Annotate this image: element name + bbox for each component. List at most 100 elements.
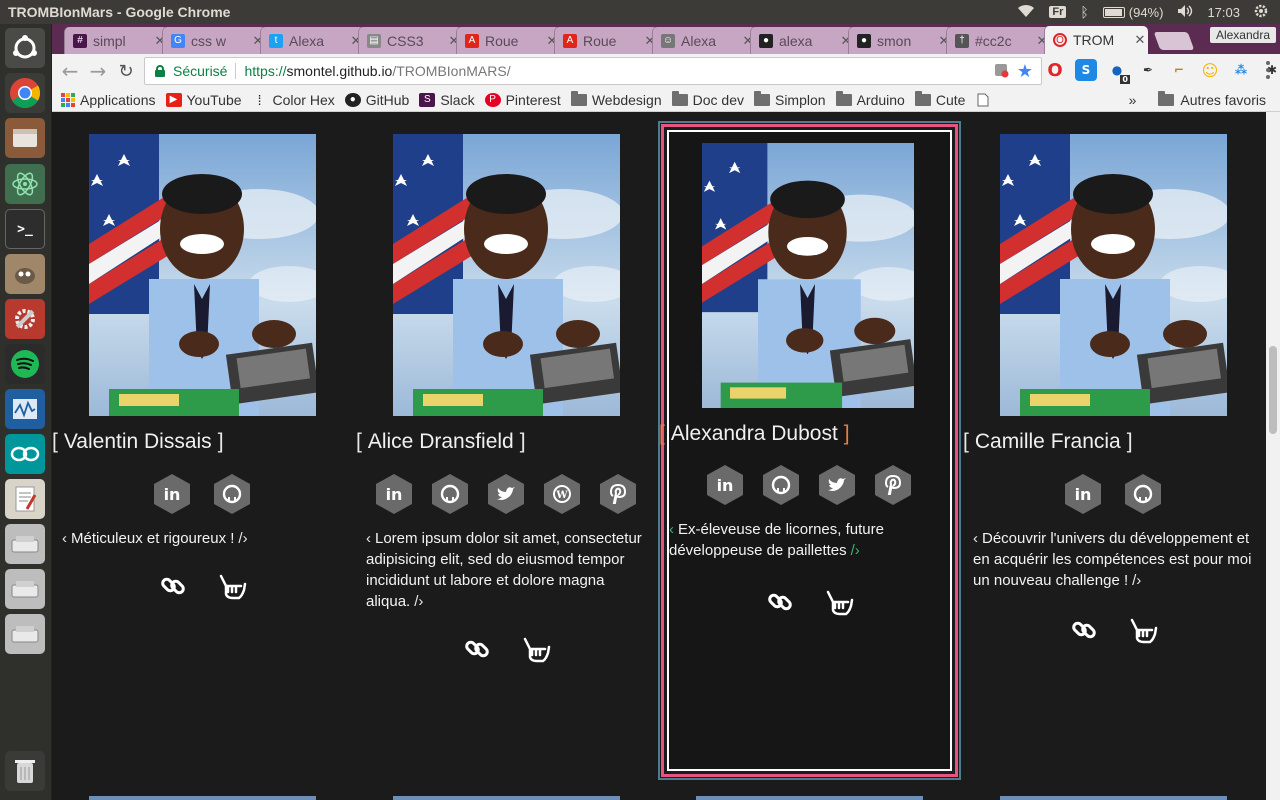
bluetooth-icon[interactable]: ᛒ <box>1080 4 1088 20</box>
bookmark-item[interactable]: Cute <box>914 90 965 108</box>
tab[interactable]: ● alexa ✕ <box>750 27 854 54</box>
twitter-icon[interactable] <box>819 465 855 505</box>
files-icon[interactable] <box>5 118 45 158</box>
bookmark-item[interactable]: Applications <box>61 92 156 108</box>
text-editor-icon[interactable] <box>5 479 45 519</box>
opera-icon[interactable]: O <box>1044 59 1066 81</box>
github-icon[interactable] <box>763 465 799 505</box>
pinterest-icon[interactable] <box>875 465 911 505</box>
bookmark-label: Doc dev <box>692 91 744 108</box>
bug-icon[interactable]: ✱ <box>1261 59 1280 81</box>
wifi-icon[interactable] <box>1017 4 1035 21</box>
github-icon[interactable] <box>432 474 468 514</box>
page-viewport[interactable]: [Valentin Dissais] in ‹ Méticuleux et rigou… <box>52 112 1266 800</box>
arduino-icon[interactable] <box>5 434 45 474</box>
drive-icon[interactable] <box>5 614 45 654</box>
new-tab-button[interactable] <box>1153 32 1195 50</box>
tab[interactable]: ☺ Alexa ✕ <box>652 27 756 54</box>
scrollbar-thumb[interactable] <box>1269 346 1277 434</box>
github-icon[interactable] <box>1125 474 1161 514</box>
trash-icon[interactable] <box>5 751 45 791</box>
bookmark-item[interactable]: S Slack <box>419 92 475 108</box>
other-bookmarks-button[interactable]: Autres favoris <box>1180 92 1266 108</box>
tab[interactable]: A Roue ✕ <box>456 27 560 54</box>
shaka-hand-icon[interactable] <box>824 588 854 616</box>
gimp-icon[interactable] <box>5 254 45 294</box>
bookmark-label: Color Hex <box>272 91 335 108</box>
bookmark-label: Applications <box>80 91 156 108</box>
opera-icon: O <box>1053 33 1067 47</box>
bookmark-item[interactable]: ⁞ Color Hex <box>252 92 335 108</box>
battery-indicator[interactable]: (94%) <box>1102 5 1163 20</box>
address-bar[interactable]: Sécurisé https://smontel.github.io/TROMB… <box>144 57 1042 85</box>
settings-icon[interactable] <box>5 299 45 339</box>
screenshot-extension-icon[interactable]: S <box>1075 59 1097 81</box>
emoji-icon[interactable]: ☺ <box>1199 59 1221 81</box>
more-bookmarks-button[interactable]: » <box>1129 92 1137 108</box>
bookmark-item[interactable]: Arduino <box>835 90 905 108</box>
linkedin-icon[interactable]: in <box>1065 474 1101 514</box>
tab[interactable]: Gcss w ✕ <box>162 27 266 54</box>
clock[interactable]: 17:03 <box>1207 5 1240 20</box>
wordpress-icon[interactable]: W <box>544 474 580 514</box>
bookmark-item[interactable]: ● GitHub <box>344 92 409 108</box>
reload-button[interactable]: ↻ <box>112 57 140 85</box>
bookmark-item[interactable]: P Pinterest <box>484 92 561 108</box>
twitter-icon[interactable] <box>488 474 524 514</box>
page-bookmark-icon[interactable] <box>977 93 989 107</box>
ubuntu-icon[interactable] <box>5 28 45 68</box>
keyboard-layout-indicator[interactable]: Fr <box>1049 6 1067 18</box>
link-chain-icon[interactable] <box>766 588 794 616</box>
tab[interactable]: ● smon ✕ <box>848 27 952 54</box>
share-icon[interactable]: ⁂ <box>1230 59 1252 81</box>
link-chain-icon[interactable] <box>463 635 491 663</box>
forward-button[interactable]: → <box>84 57 112 85</box>
tab[interactable]: t Alexa ✕ <box>260 27 364 54</box>
spotify-icon[interactable] <box>5 344 45 384</box>
bookmark-star-icon[interactable]: ★ <box>1017 61 1033 82</box>
volume-icon[interactable] <box>1177 4 1193 21</box>
page-scrollbar[interactable] <box>1266 112 1280 800</box>
monitor-icon[interactable] <box>5 389 45 429</box>
lock-icon[interactable] <box>155 65 165 77</box>
close-tab-icon[interactable]: ✕ <box>1132 32 1148 48</box>
bookmark-item[interactable]: Webdesign <box>570 90 662 108</box>
drive-icon[interactable] <box>5 569 45 609</box>
tab[interactable]: # simpl ✕ <box>64 27 168 54</box>
chrome-icon[interactable] <box>5 73 45 113</box>
tab-title: CSS3 <box>387 32 424 49</box>
measure-icon[interactable]: ⌐ <box>1168 59 1190 81</box>
tab[interactable]: O TROM ✕ <box>1044 26 1148 54</box>
site-settings-icon[interactable] <box>993 62 1009 81</box>
quote-close-mark: /› <box>1132 572 1142 589</box>
link-chain-icon[interactable] <box>159 572 187 600</box>
tab[interactable]: A Roue ✕ <box>554 27 658 54</box>
drive-icon[interactable] <box>5 524 45 564</box>
shaka-hand-icon[interactable] <box>521 635 551 663</box>
bookmark-item[interactable]: Doc dev <box>671 90 744 108</box>
tab[interactable]: ▤ CSS3 ✕ <box>358 27 462 54</box>
atom-icon[interactable] <box>5 164 45 204</box>
terminal-icon[interactable]: >_ <box>5 209 45 249</box>
linkedin-icon[interactable]: in <box>154 474 190 514</box>
github-icon[interactable] <box>214 474 250 514</box>
linkedin-icon[interactable]: in <box>707 465 743 505</box>
shaka-hand-icon[interactable] <box>1128 616 1158 644</box>
bookmark-item[interactable]: Simplon <box>753 90 826 108</box>
card-actions <box>659 588 959 616</box>
alien-icon: ☺ <box>661 33 675 48</box>
extension-counter-icon[interactable]: ● 0 <box>1106 59 1130 84</box>
shaka-hand-icon[interactable] <box>217 572 247 600</box>
link-chain-icon[interactable] <box>1070 616 1098 644</box>
profile-photo <box>393 134 620 416</box>
settings-gear-icon[interactable] <box>1254 4 1268 21</box>
back-button[interactable]: ← <box>56 57 84 85</box>
linkedin-icon[interactable]: in <box>376 474 412 514</box>
eyedropper-icon[interactable]: ✒ <box>1137 59 1159 81</box>
pinterest-icon[interactable] <box>600 474 636 514</box>
tab-title: TROM <box>1073 32 1115 48</box>
chrome-menu-icon[interactable] <box>1266 61 1270 79</box>
tab[interactable]: † #cc2c ✕ <box>946 27 1050 54</box>
profile-button[interactable]: Alexandra <box>1209 27 1276 43</box>
bookmark-item[interactable]: ▶ YouTube <box>165 92 242 108</box>
